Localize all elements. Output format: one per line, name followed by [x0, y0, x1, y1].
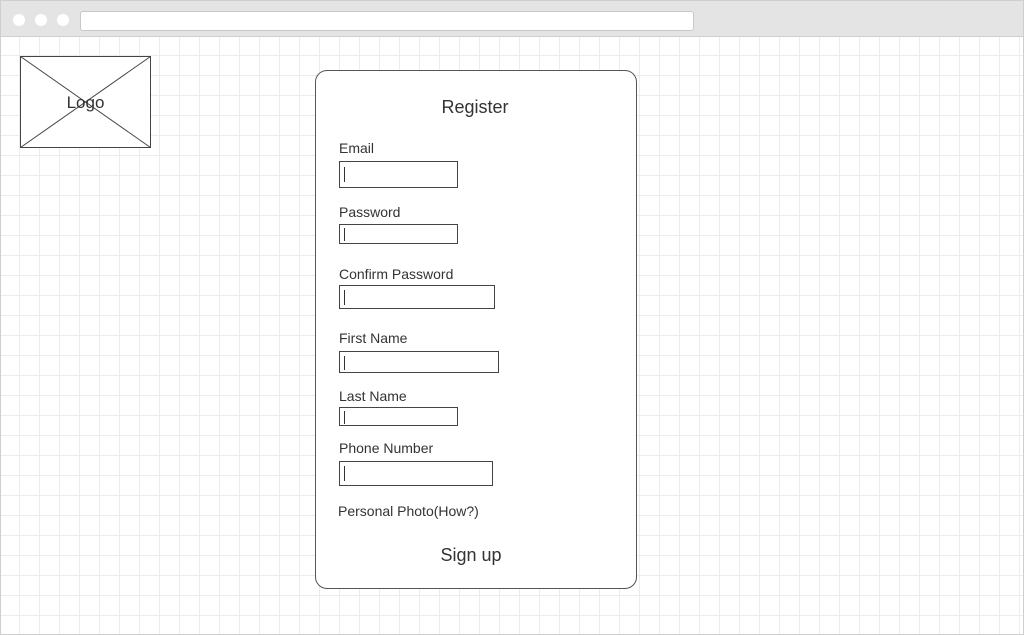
logo-placeholder: Logo	[20, 56, 151, 148]
personal-photo-link[interactable]: Personal Photo(How?)	[338, 503, 479, 519]
email-label: Email	[339, 140, 375, 156]
sign-up-button[interactable]: Sign up	[316, 545, 626, 566]
text-caret	[344, 228, 345, 241]
window-close-button[interactable]	[13, 14, 25, 26]
last-name-field[interactable]	[339, 407, 458, 426]
text-caret	[344, 466, 345, 481]
phone-number-label: Phone Number	[339, 440, 434, 456]
window-minimize-button[interactable]	[35, 14, 47, 26]
text-caret	[344, 411, 345, 424]
text-caret	[344, 167, 345, 182]
address-bar[interactable]	[80, 11, 694, 31]
confirm-password-field[interactable]	[339, 285, 495, 309]
first-name-field[interactable]	[339, 351, 499, 373]
text-caret	[344, 290, 345, 305]
window-maximize-button[interactable]	[57, 14, 69, 26]
phone-number-field[interactable]	[339, 461, 493, 486]
logo-text: Logo	[66, 93, 105, 112]
first-name-label: First Name	[339, 330, 408, 346]
confirm-password-label: Confirm Password	[339, 266, 454, 282]
form-title: Register	[441, 97, 509, 117]
register-form: Register Email Password Confirm Password…	[315, 70, 637, 589]
password-field[interactable]	[339, 224, 458, 244]
last-name-label: Last Name	[339, 388, 407, 404]
text-caret	[344, 356, 345, 370]
password-label: Password	[339, 204, 401, 220]
browser-titlebar	[1, 1, 1023, 37]
email-field[interactable]	[339, 161, 458, 188]
